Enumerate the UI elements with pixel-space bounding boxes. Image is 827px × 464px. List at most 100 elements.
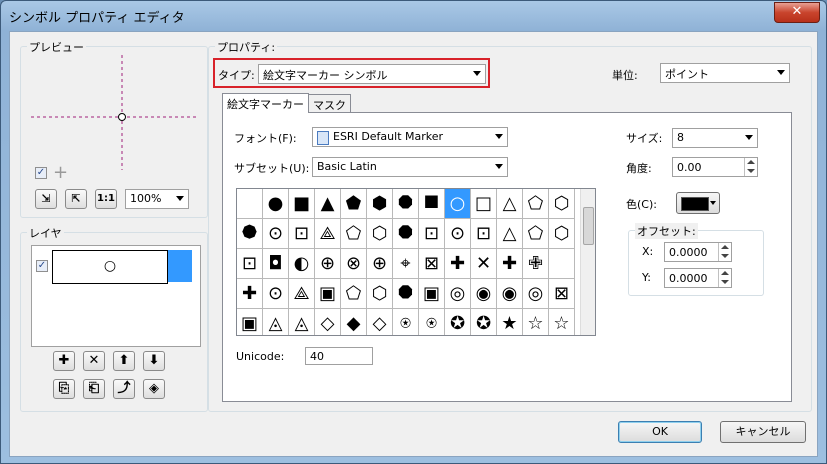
glyph-grid[interactable]: ● ■ ▲ ⬟ ⬢ ⯃ ⯀ ○ □ △ ⬠ ⬡ ⯄ ⊙ ⊡ ⟁ ⬠ ⬡ ⯃ ⊡ ⊙ ⊡ △ ⬠ ⬡ ⊡ ◘ ◐ ⊕ ⊗ ⊕ ⌖ ⊠ ✚ ✕ ✚ ✙ ✚ ⊙ ⟁… bbox=[236, 188, 596, 336]
glyph-cell[interactable]: ◇ bbox=[367, 309, 393, 335]
glyph-cell[interactable]: ⊠ bbox=[549, 279, 575, 309]
glyph-cell[interactable]: △ bbox=[497, 219, 523, 249]
glyph-cell[interactable]: ⯃ bbox=[393, 219, 419, 249]
glyph-cell[interactable]: ▣ bbox=[237, 309, 263, 335]
glyph-cell[interactable] bbox=[237, 189, 263, 219]
glyph-cell[interactable]: ⊕ bbox=[315, 249, 341, 279]
unicode-field[interactable]: 40 bbox=[305, 347, 373, 365]
offset-x-spinner[interactable]: 0.0000 bbox=[664, 242, 732, 262]
glyph-cell[interactable]: ⊡ bbox=[237, 249, 263, 279]
glyph-cell[interactable]: ⬢ bbox=[367, 189, 393, 219]
offset-x-up-icon[interactable] bbox=[718, 243, 731, 252]
glyph-cell[interactable]: ⍟ bbox=[393, 309, 419, 335]
glyph-cell[interactable]: ◇ bbox=[315, 309, 341, 335]
tab-character-marker[interactable]: 絵文字マーカー bbox=[222, 93, 309, 113]
glyph-cell[interactable]: ⬟ bbox=[341, 189, 367, 219]
glyph-cell[interactable]: ◆ bbox=[341, 309, 367, 335]
glyph-cell[interactable]: ◬ bbox=[263, 309, 289, 335]
glyph-cell[interactable]: ⊠ bbox=[419, 249, 445, 279]
glyph-cell[interactable]: ⬠ bbox=[341, 279, 367, 309]
subset-select[interactable]: Basic Latin bbox=[312, 157, 508, 177]
preview-checkbox[interactable]: ✓ bbox=[35, 167, 47, 179]
move-up-button[interactable]: ⬆ bbox=[113, 351, 135, 371]
glyph-cell[interactable]: ★ bbox=[497, 309, 523, 335]
glyph-cell[interactable]: ✪ bbox=[471, 309, 497, 335]
glyph-cell[interactable]: ⬡ bbox=[549, 219, 575, 249]
glyph-cell[interactable]: ⍟ bbox=[419, 309, 445, 335]
glyph-cell[interactable]: ◘ bbox=[263, 249, 289, 279]
move-down-button[interactable]: ⬇ bbox=[143, 351, 165, 371]
glyph-cell[interactable]: ✚ bbox=[237, 279, 263, 309]
angle-spinner[interactable]: 0.00 bbox=[672, 157, 758, 177]
glyph-cell[interactable]: ⬠ bbox=[341, 219, 367, 249]
glyph-cell[interactable]: ◎ bbox=[445, 279, 471, 309]
remove-layer-button[interactable]: ✕ bbox=[83, 351, 105, 371]
glyph-cell[interactable]: ⟁ bbox=[315, 219, 341, 249]
glyph-cell[interactable]: ■ bbox=[289, 189, 315, 219]
offset-y-down-icon[interactable] bbox=[718, 278, 731, 287]
glyph-cell[interactable]: ☆ bbox=[523, 309, 549, 335]
glyph-cell[interactable]: ⊙ bbox=[263, 279, 289, 309]
copy-layer-button[interactable]: ⎘ bbox=[53, 379, 75, 399]
zoom-select[interactable]: 100% bbox=[125, 189, 189, 209]
layer-checkbox[interactable]: ✓ bbox=[36, 260, 48, 272]
glyph-cell[interactable]: ▣ bbox=[419, 279, 445, 309]
glyph-cell[interactable]: ⊙ bbox=[445, 219, 471, 249]
glyph-cell[interactable]: ⬡ bbox=[367, 219, 393, 249]
scroll-thumb[interactable] bbox=[583, 207, 594, 245]
glyph-cell[interactable]: ☆ bbox=[549, 309, 575, 335]
zoom-fit-button[interactable]: ⇲ bbox=[35, 189, 57, 209]
glyph-cell[interactable]: ✚ bbox=[497, 249, 523, 279]
glyph-cell[interactable]: △ bbox=[497, 189, 523, 219]
cancel-button[interactable]: キャンセル bbox=[720, 421, 806, 443]
unit-select[interactable]: ポイント bbox=[660, 63, 790, 83]
glyph-cell[interactable]: ⟁ bbox=[289, 279, 315, 309]
zoom-actual-button[interactable]: 1:1 bbox=[95, 189, 117, 209]
glyph-cell[interactable]: ⯃ bbox=[393, 279, 419, 309]
add-layer-button[interactable]: ✚ bbox=[53, 351, 75, 371]
glyph-cell[interactable]: □ bbox=[471, 189, 497, 219]
glyph-cell[interactable]: ◐ bbox=[289, 249, 315, 279]
ok-button[interactable]: OK bbox=[618, 421, 702, 443]
glyph-cell[interactable]: ⯃ bbox=[393, 189, 419, 219]
close-button[interactable]: ✕ bbox=[774, 2, 820, 23]
glyph-cell[interactable]: ⬠ bbox=[523, 219, 549, 249]
offset-x-down-icon[interactable] bbox=[718, 252, 731, 261]
glyph-cell[interactable]: ⬡ bbox=[549, 189, 575, 219]
glyph-cell[interactable]: ◉ bbox=[497, 279, 523, 309]
layer-symbol-preview[interactable]: ○ bbox=[52, 250, 168, 284]
glyph-cell[interactable]: ○ bbox=[445, 189, 471, 219]
glyph-cell[interactable]: ⊙ bbox=[263, 219, 289, 249]
offset-y-spinner[interactable]: 0.0000 bbox=[664, 268, 732, 288]
glyph-cell[interactable]: ◬ bbox=[289, 309, 315, 335]
glyph-cell[interactable]: ✚ bbox=[445, 249, 471, 279]
glyph-scrollbar[interactable] bbox=[580, 189, 595, 335]
lock-button[interactable]: ◈ bbox=[143, 379, 165, 399]
glyph-cell[interactable]: ✪ bbox=[445, 309, 471, 335]
glyph-cell[interactable]: ⯀ bbox=[419, 189, 445, 219]
title-bar[interactable]: シンボル プロパティ エディタ ✕ bbox=[1, 1, 826, 31]
angle-up-icon[interactable] bbox=[744, 158, 757, 167]
paste-layer-button[interactable]: ⎗ bbox=[83, 379, 105, 399]
glyph-cell[interactable]: ⬡ bbox=[367, 279, 393, 309]
glyph-cell[interactable]: ⊡ bbox=[419, 219, 445, 249]
layer-list[interactable]: ✓ ○ bbox=[31, 245, 201, 347]
type-select[interactable]: 絵文字マーカー シンボル bbox=[258, 64, 486, 84]
offset-y-up-icon[interactable] bbox=[718, 269, 731, 278]
color-picker[interactable] bbox=[676, 192, 720, 214]
zoom-full-button[interactable]: ⇱ bbox=[65, 189, 87, 209]
glyph-cell[interactable] bbox=[549, 249, 575, 279]
tab-mask[interactable]: マスク bbox=[308, 94, 351, 113]
glyph-cell[interactable]: ⌖ bbox=[393, 249, 419, 279]
glyph-cell[interactable]: ▣ bbox=[315, 279, 341, 309]
reset-button[interactable]: ⤴ bbox=[113, 379, 135, 399]
glyph-cell[interactable]: ⬠ bbox=[523, 189, 549, 219]
glyph-cell[interactable]: ⊡ bbox=[289, 219, 315, 249]
glyph-cell[interactable]: ⊕ bbox=[367, 249, 393, 279]
size-select[interactable]: 8 bbox=[672, 128, 758, 148]
glyph-cell[interactable]: ⯄ bbox=[237, 219, 263, 249]
font-select[interactable]: ESRI Default Marker bbox=[312, 127, 508, 147]
glyph-cell[interactable]: ● bbox=[263, 189, 289, 219]
glyph-cell[interactable]: ◎ bbox=[523, 279, 549, 309]
layer-edit-icon[interactable] bbox=[168, 250, 192, 282]
